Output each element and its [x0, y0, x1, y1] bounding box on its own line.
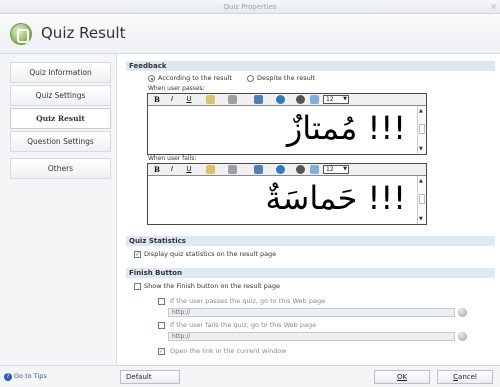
symbol-icon[interactable]	[310, 95, 319, 104]
display-statistics-checkbox[interactable]: ✓	[134, 251, 141, 258]
sidebar: Quiz Information Quiz Settings Quiz Resu…	[0, 54, 117, 365]
image-icon[interactable]	[206, 95, 215, 104]
italic-button[interactable]: I	[168, 165, 176, 174]
link-icon[interactable]	[276, 165, 285, 174]
fail-url-checkbox[interactable]	[158, 322, 165, 329]
editor-toolbar: B I U 12	[148, 94, 426, 106]
underline-button[interactable]: U	[185, 165, 193, 174]
pass-feedback-editor[interactable]: B I U 12 !!! مُمتازٌ	[147, 93, 427, 155]
fail-url-field[interactable]: http://	[168, 332, 455, 341]
pass-editor-body[interactable]: !!! مُمتازٌ	[148, 106, 426, 154]
scrollbar[interactable]	[417, 176, 426, 224]
scroll-thumb[interactable]	[419, 124, 425, 134]
italic-button[interactable]: I	[168, 95, 176, 104]
radio-despite[interactable]	[247, 75, 254, 82]
page-title: Quiz Result	[41, 24, 126, 42]
bold-button[interactable]: B	[153, 165, 161, 174]
table-icon[interactable]	[228, 95, 237, 104]
sidebar-item-question-settings[interactable]: Question Settings	[10, 131, 111, 152]
fail-editor-body[interactable]: !!! حَماسَةٌ	[148, 176, 426, 224]
help-icon: ?	[4, 373, 12, 381]
scrollbar[interactable]	[417, 106, 426, 154]
link-icon[interactable]	[276, 95, 285, 104]
quiz-statistics-section-header: Quiz Statistics	[126, 236, 495, 246]
sidebar-item-others[interactable]: Others	[10, 158, 111, 179]
show-finish-checkbox[interactable]	[134, 283, 141, 290]
main-content: Feedback According to the result Despite…	[117, 54, 500, 365]
sidebar-item-quiz-result[interactable]: Quiz Result	[10, 108, 111, 129]
radio-despite-label: Despite the result	[257, 74, 316, 82]
font-size-select[interactable]: 12	[323, 165, 349, 174]
window-titlebar: Quiz Properties ×	[0, 0, 500, 14]
go-to-tips-label: Go to Tips	[14, 372, 47, 380]
fail-url-label: If the user fails the quiz, go to this W…	[170, 321, 317, 329]
sidebar-item-quiz-information[interactable]: Quiz Information	[10, 62, 111, 83]
globe-icon[interactable]	[458, 308, 467, 317]
default-button[interactable]: Default	[120, 370, 180, 384]
scroll-thumb[interactable]	[419, 194, 425, 204]
symbol-icon[interactable]	[310, 165, 319, 174]
window-title: Quiz Properties	[223, 3, 277, 11]
finish-button-section-header: Finish Button	[126, 268, 495, 278]
pass-url-label: If the user passes the quiz, go to this …	[170, 297, 326, 305]
ok-button[interactable]: OK	[374, 370, 430, 384]
radio-according[interactable]	[148, 75, 155, 82]
fail-label: When user fails:	[148, 155, 197, 162]
gear-icon	[10, 23, 32, 45]
table-icon[interactable]	[228, 165, 237, 174]
record-icon[interactable]	[296, 165, 305, 174]
font-size-select[interactable]: 12	[323, 95, 349, 104]
image-icon[interactable]	[206, 165, 215, 174]
footer: ? Go to Tips Default OK Cancel	[0, 365, 500, 387]
fail-feedback-editor[interactable]: B I U 12 !!! حَماسَةٌ	[147, 163, 427, 225]
fail-feedback-text: !!! حَماسَةٌ	[265, 179, 406, 217]
editor-toolbar: B I U 12	[148, 164, 426, 176]
flash-icon[interactable]	[254, 95, 263, 104]
display-statistics-label: Display quiz statistics on the result pa…	[144, 250, 277, 258]
bold-button[interactable]: B	[153, 95, 161, 104]
go-to-tips-link[interactable]: ? Go to Tips	[4, 372, 47, 381]
pass-feedback-text: !!! مُمتازٌ	[286, 109, 406, 147]
show-finish-label: Show the Finish button on the result pag…	[144, 282, 280, 290]
feedback-section-header: Feedback	[126, 61, 495, 71]
page-header: Quiz Result	[0, 14, 500, 54]
pass-label: When user passes:	[148, 85, 205, 92]
underline-button[interactable]: U	[185, 95, 193, 104]
flash-icon[interactable]	[254, 165, 263, 174]
cancel-button[interactable]: Cancel	[437, 370, 493, 384]
sidebar-item-quiz-settings[interactable]: Quiz Settings	[10, 85, 111, 106]
open-current-window-label: Open the link in the current window	[170, 347, 287, 355]
pass-url-field[interactable]: http://	[168, 308, 455, 317]
close-icon[interactable]: ×	[490, 0, 497, 14]
record-icon[interactable]	[296, 95, 305, 104]
globe-icon[interactable]	[458, 332, 467, 341]
pass-url-checkbox[interactable]	[158, 298, 165, 305]
open-current-window-checkbox[interactable]: ✓	[158, 348, 165, 355]
radio-according-label: According to the result	[158, 74, 232, 82]
